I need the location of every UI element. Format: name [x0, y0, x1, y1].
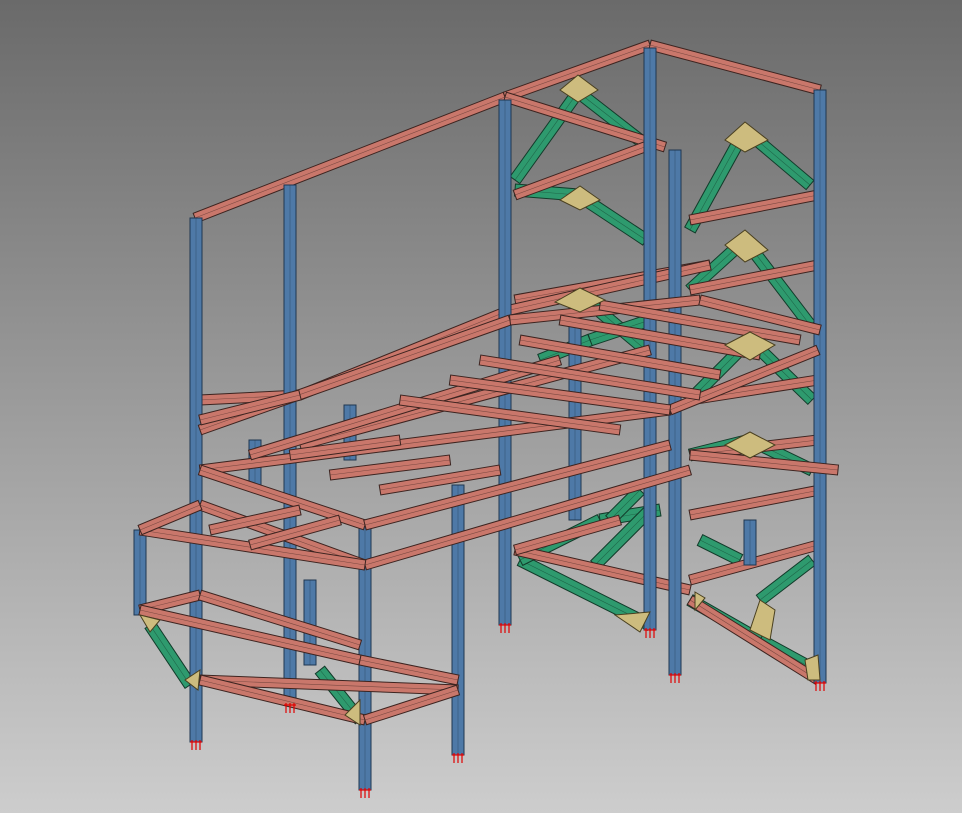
steel-structure-3d-view[interactable]: [0, 0, 962, 813]
anchor-bolt-1: [284, 703, 296, 713]
anchor-bolt-0: [190, 740, 202, 750]
anchor-bolt-5: [814, 681, 826, 691]
anchor-bolt-6: [359, 788, 371, 798]
anchor-bolt-7: [452, 753, 464, 763]
anchor-bolt-3: [644, 628, 656, 638]
anchor-bolt-2: [499, 623, 511, 633]
anchor-bolt-4: [669, 673, 681, 683]
model-viewport[interactable]: [0, 0, 962, 813]
gusset-plate-8: [804, 654, 821, 681]
